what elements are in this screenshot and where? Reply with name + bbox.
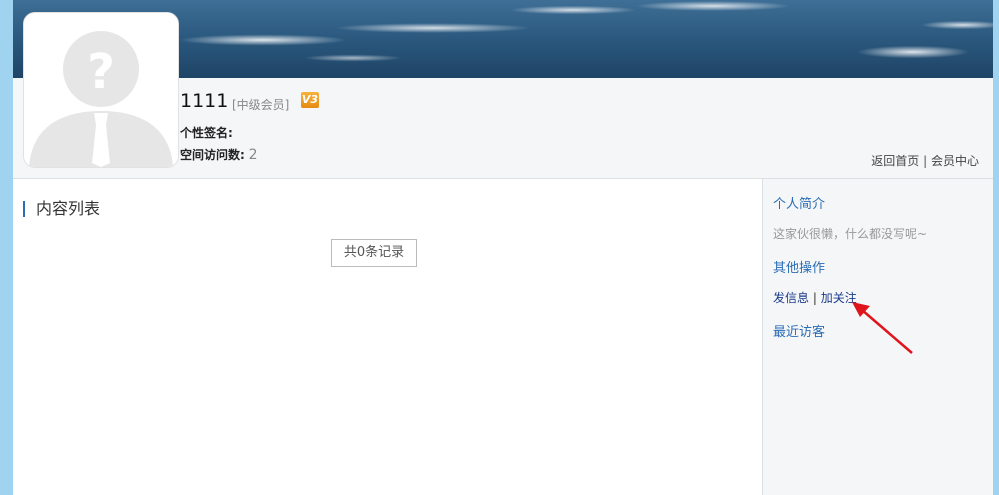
ops-title: 其他操作 [773,261,826,276]
send-message-link[interactable]: 发信息 [773,291,809,305]
signature-label: 个性签名: [180,126,233,140]
top-links-separator: | [923,154,928,168]
home-link[interactable]: 返回首页 [871,154,919,168]
default-avatar-icon[interactable]: ? [23,12,179,168]
svg-text:?: ? [87,44,115,100]
content-main: 内容列表 共0条记录 [13,179,763,495]
vip-badge-icon: V3 [301,92,319,108]
page-container: ? 内容列表 共0条记录 个人简介 这家伙很懒，什么都没写呢~ 其他操作 发信息… [13,0,993,495]
ops-separator: | [812,291,817,305]
top-links: 返回首页 | 会员中心 [871,152,979,169]
intro-text: 这家伙很懒，什么都没写呢~ [773,227,928,241]
member-center-link[interactable]: 会员中心 [931,154,979,168]
visits-count: 2 [248,147,258,163]
intro-title: 个人简介 [773,197,826,212]
record-count: 共0条记录 [331,239,417,267]
section-title: 内容列表 [23,201,100,217]
visits-label: 空间访问数: [180,148,245,162]
visitors-title: 最近访客 [773,325,826,340]
annotation-arrow-icon [852,302,913,354]
visits-row: 空间访问数: 2 [180,146,258,163]
username: 1111 [180,90,229,112]
member-level: [中级会员] [232,98,290,112]
